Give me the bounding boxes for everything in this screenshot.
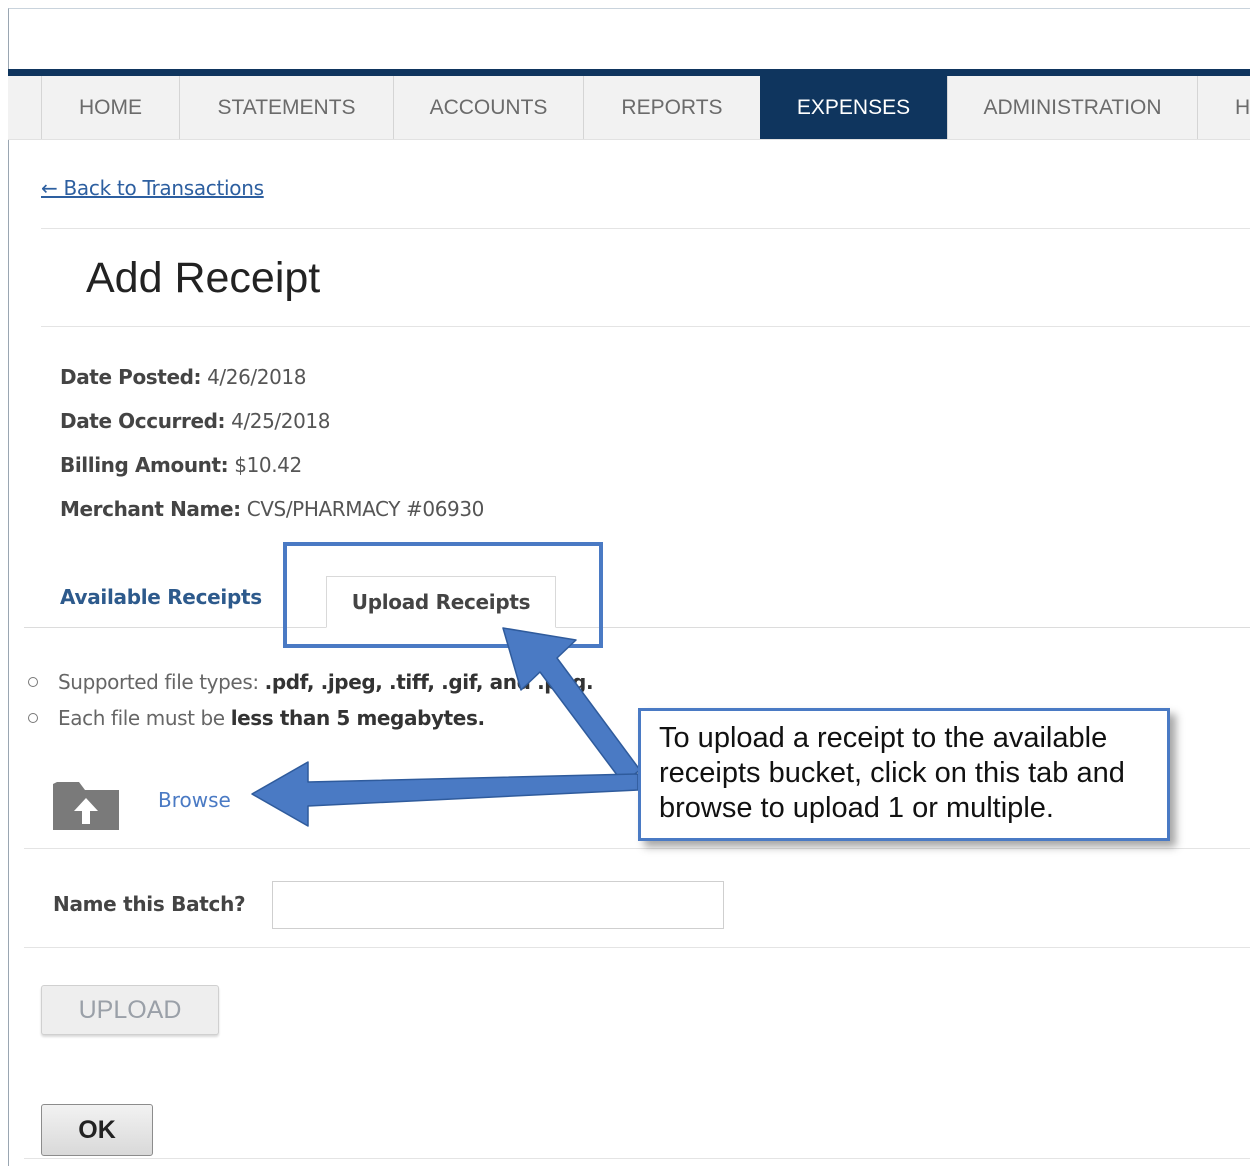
detail-label: Merchant Name: [60, 497, 241, 521]
nav-tab-home[interactable]: HOME [41, 76, 179, 139]
file-requirements-list: Supported file types: .pdf, .jpeg, .tiff… [28, 664, 594, 736]
nav-tab-expenses[interactable]: EXPENSES [760, 76, 947, 139]
detail-label: Date Occurred: [60, 409, 226, 433]
detail-value: CVS/PHARMACY #06930 [246, 497, 485, 521]
detail-value: $10.42 [234, 453, 302, 477]
divider [24, 947, 1250, 948]
detail-merchant-name: Merchant Name: CVS/PHARMACY #06930 [60, 497, 484, 521]
divider [24, 1158, 1250, 1159]
requirement-prefix: Supported file types: [58, 670, 265, 694]
back-to-transactions-link[interactable]: ← Back to Transactions [41, 176, 264, 200]
folder-upload-icon[interactable] [53, 778, 119, 830]
detail-value: 4/25/2018 [231, 409, 331, 433]
detail-billing-amount: Billing Amount: $10.42 [60, 453, 302, 477]
tab-baseline [24, 627, 1250, 628]
divider [41, 228, 1250, 229]
browse-link[interactable]: Browse [158, 788, 231, 812]
bullet-icon [28, 677, 38, 687]
requirement-suffix: and .png. [489, 670, 594, 694]
detail-date-posted: Date Posted: 4/26/2018 [60, 365, 306, 389]
bullet-icon [28, 713, 38, 723]
list-item: Each file must be less than 5 megabytes. [28, 700, 593, 736]
nav-tab-administration[interactable]: ADMINISTRATION [947, 76, 1197, 139]
requirement-value: less than 5 megabytes. [230, 706, 485, 730]
divider [24, 848, 1250, 849]
requirement-value: .pdf, .jpeg, .tiff, .gif, [264, 670, 490, 694]
detail-label: Billing Amount: [60, 453, 229, 477]
page-title: Add Receipt [86, 254, 321, 302]
annotation-callout: To upload a receipt to the available rec… [638, 708, 1170, 841]
tab-available-receipts[interactable]: Available Receipts [60, 585, 262, 609]
requirement-prefix: Each file must be [58, 706, 231, 730]
nav-tab-accounts[interactable]: ACCOUNTS [393, 76, 583, 139]
ok-button[interactable]: OK [41, 1104, 153, 1156]
requirement-text: Each file must be less than 5 megabytes. [58, 706, 485, 730]
divider [41, 326, 1250, 327]
main-nav: HOME STATEMENTS ACCOUNTS REPORTS EXPENSE… [8, 69, 1250, 140]
nav-tab-statements[interactable]: STATEMENTS [179, 76, 393, 139]
upload-button[interactable]: UPLOAD [41, 985, 219, 1035]
list-item: Supported file types: .pdf, .jpeg, .tiff… [28, 664, 594, 700]
nav-tab-overflow[interactable]: H [1197, 76, 1250, 139]
batch-name-input[interactable] [272, 881, 724, 929]
detail-date-occurred: Date Occurred: 4/25/2018 [60, 409, 330, 433]
nav-tab-reports[interactable]: REPORTS [583, 76, 760, 139]
detail-value: 4/26/2018 [207, 365, 307, 389]
annotation-highlight-box [283, 542, 603, 648]
requirement-text: Supported file types: .pdf, .jpeg, .tiff… [58, 670, 594, 694]
detail-label: Date Posted: [60, 365, 202, 389]
batch-name-label: Name this Batch? [53, 892, 246, 916]
